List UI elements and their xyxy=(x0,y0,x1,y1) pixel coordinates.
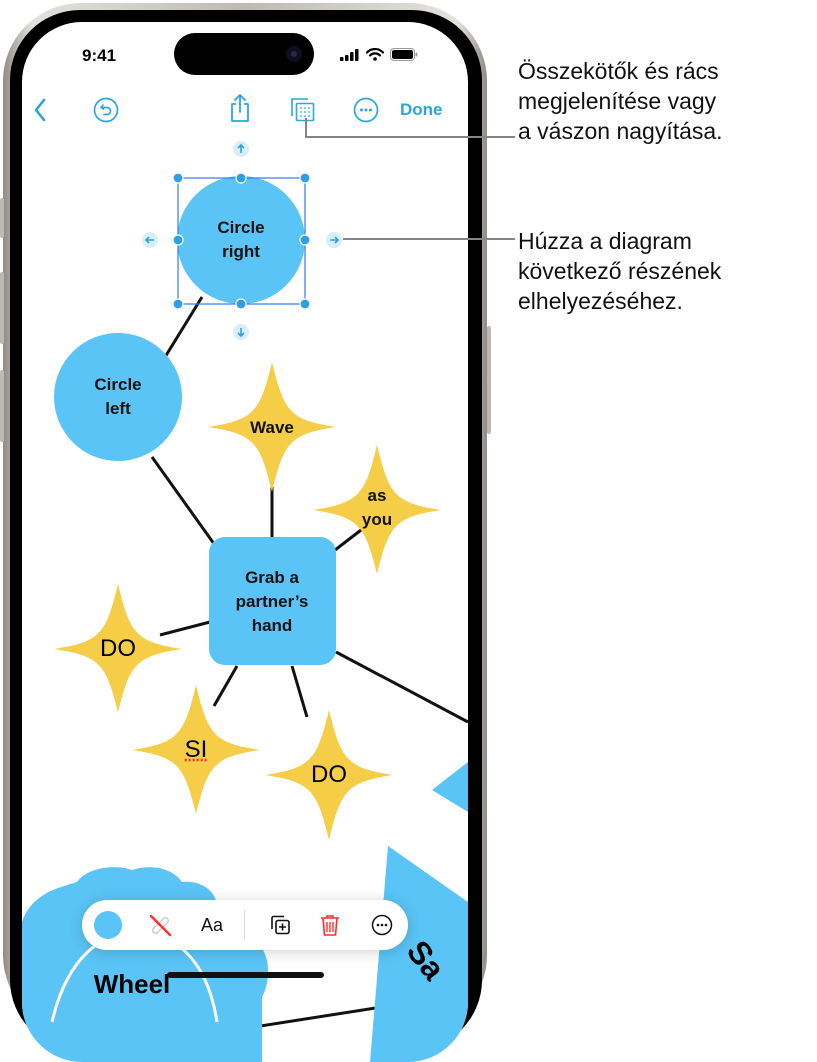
label-line: right xyxy=(222,242,260,261)
trash-icon xyxy=(321,915,339,936)
callout-leader xyxy=(305,136,515,138)
resize-handle[interactable] xyxy=(235,298,247,310)
callout-line-text: Összekötők és rács xyxy=(518,58,719,84)
navigation-bar: Done xyxy=(22,92,468,128)
front-camera xyxy=(286,46,302,62)
shape-toolbar: Aa xyxy=(82,900,408,950)
add-connection-up[interactable] xyxy=(233,141,249,157)
label-grab-partner: Grab a partner’s hand xyxy=(236,566,309,638)
connector-line xyxy=(334,525,366,552)
duplicate-icon xyxy=(271,915,290,935)
toolbar-more-button[interactable] xyxy=(362,900,402,950)
fill-color-swatch xyxy=(94,911,122,939)
label-line: as xyxy=(367,486,387,505)
callout-view-options: Összekötők és rács megjelenítése vagy a … xyxy=(518,56,723,146)
volume-up-button xyxy=(0,272,4,344)
undo-icon xyxy=(93,97,119,123)
label-do-bottom: DO xyxy=(311,761,347,788)
undo-button[interactable] xyxy=(92,96,120,124)
resize-handle[interactable] xyxy=(299,298,311,310)
callout-leader xyxy=(305,118,307,138)
ellipsis-circle-icon xyxy=(353,97,379,123)
resize-handle[interactable] xyxy=(172,172,184,184)
resize-handle[interactable] xyxy=(235,172,247,184)
wifi-icon xyxy=(366,48,384,61)
toolbar-divider xyxy=(244,910,245,940)
connector-line xyxy=(335,650,468,724)
connector-line xyxy=(212,665,239,707)
label-circle-left: Circle left xyxy=(94,373,141,421)
label-line: partner’s xyxy=(235,592,309,611)
dynamic-island xyxy=(174,33,314,75)
stroke-button[interactable] xyxy=(140,900,180,950)
share-button[interactable] xyxy=(226,92,254,124)
cellular-signal-icon xyxy=(340,48,359,61)
add-connection-right[interactable] xyxy=(326,232,342,248)
action-button xyxy=(0,198,4,238)
label-wave: Wave xyxy=(250,418,294,437)
text-style-button[interactable]: Aa xyxy=(190,900,234,950)
label-do-left: DO xyxy=(100,635,136,662)
connector-line xyxy=(290,665,309,718)
label-line: hand xyxy=(251,616,293,635)
screen: Circle right Circle left Wave as you Gra… xyxy=(22,22,468,1062)
callout-line-text: a vászon nagyítása. xyxy=(518,118,723,144)
ellipsis-circle-icon xyxy=(371,914,393,936)
callout-line-text: elhelyezéséhez. xyxy=(518,288,683,314)
done-button[interactable]: Done xyxy=(400,96,443,124)
resize-handle[interactable] xyxy=(172,234,184,246)
label-wheel: Wheel xyxy=(93,969,171,999)
add-connection-down[interactable] xyxy=(233,324,249,340)
shape-wheel-cloud[interactable] xyxy=(22,867,269,1062)
connector-line xyxy=(159,620,211,637)
power-button xyxy=(487,326,491,434)
label-line: left xyxy=(105,399,131,418)
resize-handle[interactable] xyxy=(299,172,311,184)
grid-view-icon xyxy=(291,98,315,122)
delete-button[interactable] xyxy=(310,900,350,950)
fill-color-button[interactable] xyxy=(88,900,128,950)
back-button[interactable] xyxy=(30,96,50,124)
label-line: Circle xyxy=(217,218,265,237)
label-si: SI xyxy=(184,736,208,763)
status-time: 9:41 xyxy=(82,46,117,65)
callout-line-text: következő részének xyxy=(518,258,722,284)
volume-down-button xyxy=(0,370,4,442)
resize-handle[interactable] xyxy=(172,298,184,310)
label-line: Circle xyxy=(94,375,142,394)
label-line: Grab a xyxy=(245,568,299,587)
home-indicator[interactable] xyxy=(167,972,324,978)
chevron-left-icon xyxy=(34,98,46,122)
callout-leader xyxy=(343,238,515,240)
callout-add-connection: Húzza a diagram következő részének elhel… xyxy=(518,226,721,316)
add-connection-left[interactable] xyxy=(142,232,158,248)
share-icon xyxy=(231,94,249,122)
duplicate-button[interactable] xyxy=(260,900,300,950)
label-circle-right: Circle right xyxy=(217,216,264,264)
view-options-button[interactable] xyxy=(288,95,318,125)
label-line: you xyxy=(361,510,393,529)
battery-icon xyxy=(390,48,418,61)
more-options-button[interactable] xyxy=(352,96,380,124)
shape-triangle-partial[interactable] xyxy=(432,762,468,812)
status-icons xyxy=(340,48,418,61)
label-as-you: as you xyxy=(362,484,392,532)
callout-line-text: megjelenítése vagy xyxy=(518,88,717,114)
callout-line-text: Húzza a diagram xyxy=(518,228,692,254)
resize-handle[interactable] xyxy=(299,234,311,246)
no-stroke-icon xyxy=(149,914,172,937)
